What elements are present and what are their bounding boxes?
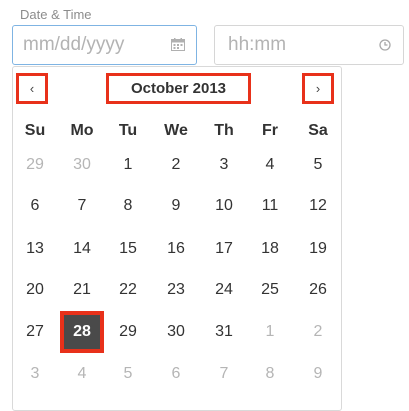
day-cell[interactable]: 7: [62, 196, 102, 216]
day-cell[interactable]: 30: [62, 155, 102, 175]
day-cell[interactable]: 14: [62, 239, 102, 259]
next-month-button[interactable]: ›: [302, 73, 334, 104]
prev-month-button[interactable]: ‹: [16, 73, 48, 104]
day-cell[interactable]: 17: [204, 239, 244, 259]
day-cell[interactable]: 11: [250, 196, 290, 216]
day-cell[interactable]: 30: [156, 322, 196, 342]
day-cell[interactable]: 13: [15, 239, 55, 259]
date-placeholder: mm/dd/yyyy: [23, 34, 125, 55]
day-cell[interactable]: 8: [250, 364, 290, 384]
day-cell[interactable]: 27: [15, 322, 55, 342]
calendar-icon[interactable]: [171, 38, 185, 51]
selected-day-cell[interactable]: 28: [60, 311, 104, 353]
day-cell[interactable]: 5: [108, 364, 148, 384]
chevron-left-icon: ‹: [29, 81, 35, 96]
day-cell[interactable]: 9: [298, 364, 338, 384]
day-cell[interactable]: 12: [298, 196, 338, 216]
weekday-header: Th: [214, 122, 234, 139]
day-cell[interactable]: 8: [108, 196, 148, 216]
day-cell[interactable]: 3: [15, 364, 55, 384]
weekday-header: Mo: [70, 122, 94, 139]
day-cell[interactable]: 23: [156, 280, 196, 300]
day-cell[interactable]: 29: [15, 155, 55, 175]
day-cell[interactable]: 1: [108, 155, 148, 175]
day-cell[interactable]: 18: [250, 239, 290, 259]
day-cell[interactable]: 31: [204, 322, 244, 342]
day-cell[interactable]: 2: [298, 322, 338, 342]
clock-icon[interactable]: [379, 39, 391, 51]
day-cell[interactable]: 25: [250, 280, 290, 300]
date-time-label: Date & Time: [20, 7, 92, 22]
day-cell[interactable]: 7: [204, 364, 244, 384]
day-cell[interactable]: 2: [156, 155, 196, 175]
day-cell[interactable]: 21: [62, 280, 102, 300]
day-cell[interactable]: 4: [62, 364, 102, 384]
chevron-right-icon: ›: [315, 81, 321, 96]
date-input[interactable]: mm/dd/yyyy: [12, 25, 197, 65]
day-cell[interactable]: 4: [250, 155, 290, 175]
weekday-header: Sa: [308, 122, 328, 139]
day-cell[interactable]: 16: [156, 239, 196, 259]
day-cell[interactable]: 19: [298, 239, 338, 259]
day-cell[interactable]: 26: [298, 280, 338, 300]
day-cell[interactable]: 6: [15, 196, 55, 216]
weekday-header: Tu: [118, 122, 138, 139]
day-cell[interactable]: 6: [156, 364, 196, 384]
day-cell[interactable]: 15: [108, 239, 148, 259]
day-cell[interactable]: 10: [204, 196, 244, 216]
weekday-header: Fr: [262, 122, 278, 139]
day-cell[interactable]: 22: [108, 280, 148, 300]
weekday-header: Su: [24, 122, 46, 139]
day-cell[interactable]: 20: [15, 280, 55, 300]
month-year-title[interactable]: October 2013: [106, 73, 251, 104]
day-cell[interactable]: 9: [156, 196, 196, 216]
day-cell[interactable]: 1: [250, 322, 290, 342]
time-input[interactable]: hh:mm: [214, 25, 404, 65]
day-cell[interactable]: 29: [108, 322, 148, 342]
day-cell[interactable]: 5: [298, 155, 338, 175]
time-placeholder: hh:mm: [228, 34, 287, 55]
day-cell[interactable]: 3: [204, 155, 244, 175]
weekday-header: We: [164, 122, 188, 139]
day-cell[interactable]: 24: [204, 280, 244, 300]
